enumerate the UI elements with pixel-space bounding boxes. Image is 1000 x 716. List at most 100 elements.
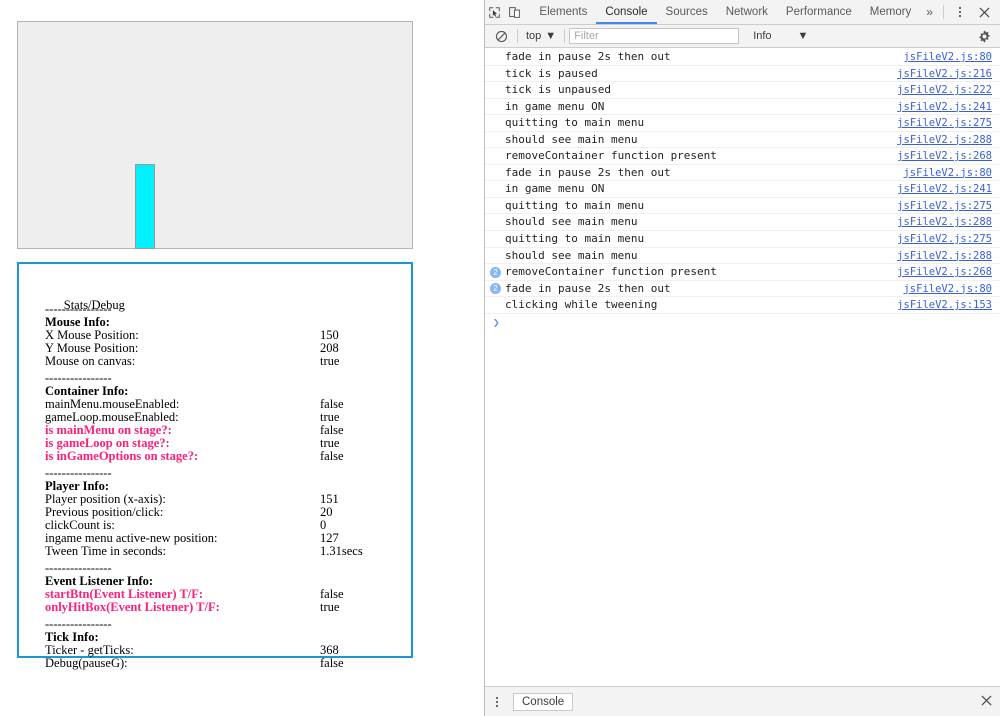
console-source-link[interactable]: jsFileV2.js:268 bbox=[897, 148, 992, 165]
console-message-row[interactable]: 2 fade in pause 2s then out jsFileV2.js:80 bbox=[485, 281, 1000, 298]
console-message-row[interactable]: 2 removeContainer function present jsFileV… bbox=[485, 264, 1000, 281]
console-source-link[interactable]: jsFileV2.js:288 bbox=[897, 214, 992, 231]
devtools-tabbar: Elements Console Sources Network Performance… bbox=[485, 0, 1000, 25]
clear-console-icon[interactable] bbox=[489, 24, 513, 48]
console-message-row[interactable]: fade in pause 2s then out jsFileV2.js:80 bbox=[485, 49, 1000, 66]
close-drawer-icon[interactable] bbox=[981, 693, 992, 711]
device-toolbar-icon[interactable] bbox=[505, 0, 525, 24]
stats-row-value: 1.31secs bbox=[320, 544, 363, 558]
console-message-text: fade in pause 2s then out bbox=[505, 281, 671, 295]
console-source-link[interactable]: jsFileV2.js:216 bbox=[897, 66, 992, 83]
log-level-selector[interactable]: Info ▼ bbox=[753, 30, 808, 42]
console-message-row[interactable]: should see main menu jsFileV2.js:288 bbox=[485, 248, 1000, 265]
console-message-text: tick is unpaused bbox=[505, 83, 611, 97]
repeat-count-badge: 2 bbox=[490, 266, 501, 278]
devtools-tab-list: Elements Console Sources Network Performance… bbox=[530, 0, 920, 25]
console-message-row[interactable]: quitting to main menu jsFileV2.js:275 bbox=[485, 231, 1000, 248]
log-level-label: Info bbox=[753, 30, 772, 42]
console-context-label: top bbox=[526, 30, 542, 42]
tab-label: Sources bbox=[665, 6, 708, 18]
console-prompt-caret: ❯ bbox=[493, 315, 500, 329]
console-message-row[interactable]: quitting to main menu jsFileV2.js:275 bbox=[485, 115, 1000, 132]
console-message-row[interactable]: in game menu ON jsFileV2.js:241 bbox=[485, 181, 1000, 198]
console-source-link[interactable]: jsFileV2.js:241 bbox=[897, 181, 992, 198]
console-source-link[interactable]: jsFileV2.js:275 bbox=[897, 198, 992, 215]
console-source-link[interactable]: jsFileV2.js:275 bbox=[897, 115, 992, 132]
tab-sources[interactable]: Sources bbox=[657, 0, 717, 24]
stats-sections: ---------------- Mouse Info: X Mouse Posit… bbox=[45, 303, 411, 670]
console-message-row[interactable]: should see main menu jsFileV2.js:288 bbox=[485, 132, 1000, 149]
tab-performance[interactable]: Performance bbox=[777, 0, 861, 24]
settings-wrap bbox=[972, 24, 996, 48]
stats-row-value: false bbox=[320, 449, 344, 463]
console-message-list[interactable]: fade in pause 2s then out jsFileV2.js:80 t… bbox=[485, 49, 1000, 685]
drawer-menu-icon[interactable] bbox=[485, 690, 509, 714]
tab-label: Console bbox=[605, 6, 648, 18]
console-message-row[interactable]: in game menu ON jsFileV2.js:241 bbox=[485, 99, 1000, 116]
console-message-row[interactable]: removeContainer function present jsFileV2… bbox=[485, 148, 1000, 165]
close-icon[interactable] bbox=[972, 0, 996, 24]
console-source-link[interactable]: jsFileV2.js:275 bbox=[897, 231, 992, 248]
tab-network[interactable]: Network bbox=[717, 0, 777, 24]
console-source-link[interactable]: jsFileV2.js:80 bbox=[903, 49, 992, 66]
console-message-text: removeContainer function present bbox=[505, 265, 717, 279]
tab-label: Elements bbox=[539, 6, 588, 18]
stats-row-label: onlyHitBox(Event Listener) T/F: bbox=[45, 600, 220, 614]
stats-row: Debug(pauseG): false bbox=[45, 657, 411, 670]
console-message-row[interactable]: fade in pause 2s then out jsFileV2.js:80 bbox=[485, 165, 1000, 182]
console-message-text: removeContainer function present bbox=[505, 149, 717, 163]
console-message-text: in game menu ON bbox=[505, 99, 605, 113]
repeat-count-badge: 2 bbox=[490, 283, 501, 295]
toolbar-divider bbox=[943, 5, 944, 19]
console-source-link[interactable]: jsFileV2.js:80 bbox=[903, 281, 992, 298]
game-canvas[interactable] bbox=[17, 21, 413, 249]
stats-title: Stats/Debug bbox=[45, 286, 411, 312]
console-filter-bar: top ▼ Info ▼ bbox=[485, 25, 1000, 48]
tab-label: Memory bbox=[869, 6, 912, 18]
console-source-link[interactable]: jsFileV2.js:222 bbox=[897, 82, 992, 99]
tab-console[interactable]: Console bbox=[596, 0, 657, 24]
stats-row-label: Mouse on canvas: bbox=[45, 354, 136, 368]
console-source-link[interactable]: jsFileV2.js:288 bbox=[897, 248, 992, 265]
console-message-row[interactable]: should see main menu jsFileV2.js:288 bbox=[485, 214, 1000, 232]
stats-debug-panel: Stats/Debug ---------------- Mouse Info: X… bbox=[17, 262, 413, 670]
console-message-row[interactable]: quitting to main menu jsFileV2.js:275 bbox=[485, 198, 1000, 215]
console-message-row[interactable]: clicking while tweening jsFileV2.js:153 bbox=[485, 297, 1000, 314]
console-message-text: in game menu ON bbox=[505, 182, 605, 196]
stats-row-value: false bbox=[320, 656, 344, 670]
drawer-tab-console[interactable]: Console bbox=[513, 692, 574, 711]
console-message-text: should see main menu bbox=[505, 132, 638, 146]
stats-row-label: Tween Time in seconds: bbox=[45, 544, 166, 558]
console-prompt[interactable]: ❯ bbox=[485, 314, 1000, 332]
stats-row-label: Debug(pauseG): bbox=[45, 656, 128, 670]
console-context-selector[interactable]: top ▼ bbox=[522, 30, 560, 42]
stats-divider: ---------------- bbox=[45, 618, 411, 631]
chevron-down-icon: ▼ bbox=[545, 30, 557, 42]
chevron-down-icon: ▼ bbox=[797, 30, 809, 42]
stats-row: is inGameOptions on stage?: false bbox=[45, 450, 411, 463]
devtools-panel: Elements Console Sources Network Performance… bbox=[484, 0, 1000, 716]
tab-elements[interactable]: Elements bbox=[530, 0, 596, 24]
filterbar-divider-2 bbox=[564, 29, 566, 43]
console-message-row[interactable]: tick is unpaused jsFileV2.js:222 bbox=[485, 82, 1000, 99]
tab-memory[interactable]: Memory bbox=[861, 0, 921, 24]
filter-input[interactable] bbox=[569, 28, 740, 44]
console-source-link[interactable]: jsFileV2.js:268 bbox=[897, 264, 992, 281]
stats-row: Mouse on canvas: true bbox=[45, 355, 411, 368]
console-message-text: clicking while tweening bbox=[505, 298, 658, 312]
console-source-link[interactable]: jsFileV2.js:241 bbox=[897, 99, 992, 116]
console-source-link[interactable]: jsFileV2.js:80 bbox=[903, 165, 992, 182]
gear-icon[interactable] bbox=[972, 24, 996, 48]
more-options-icon[interactable] bbox=[948, 0, 972, 24]
stats-row-value: true bbox=[320, 600, 340, 614]
more-tabs-icon[interactable]: » bbox=[920, 5, 939, 19]
player-rectangle[interactable] bbox=[135, 164, 155, 249]
console-message-row[interactable]: tick is paused jsFileV2.js:216 bbox=[485, 66, 1000, 83]
console-source-link[interactable]: jsFileV2.js:153 bbox=[897, 297, 992, 314]
console-message-text: fade in pause 2s then out bbox=[505, 50, 671, 63]
inspect-element-icon[interactable] bbox=[485, 0, 505, 24]
console-source-link[interactable]: jsFileV2.js:288 bbox=[897, 132, 992, 149]
devtools-toolbar-right bbox=[939, 0, 1000, 24]
stats-row-label: is inGameOptions on stage?: bbox=[45, 449, 199, 463]
stats-row-value: true bbox=[320, 354, 340, 368]
